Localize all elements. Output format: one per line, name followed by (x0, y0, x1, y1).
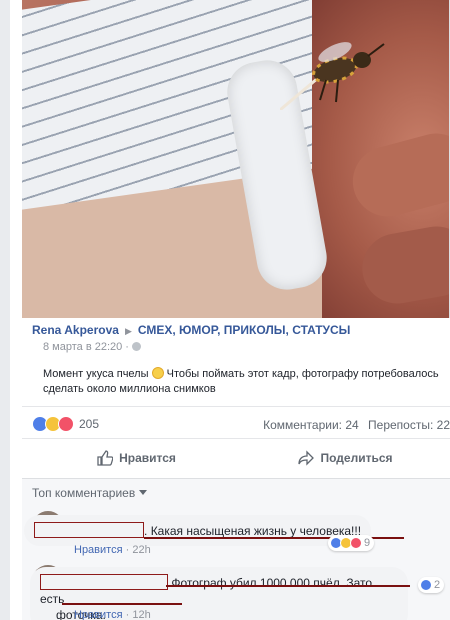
shares-count-link[interactable]: Перепосты: 22 (368, 418, 450, 432)
post-stats: Комментарии: 24 Перепосты: 22 (257, 418, 450, 432)
comments-sort-dropdown[interactable]: Топ комментариев (32, 486, 148, 500)
comment-like-link[interactable]: Нравится (74, 544, 123, 556)
annotation-underline (62, 603, 182, 605)
like-button[interactable]: Нравится (32, 440, 241, 476)
comments-section: Топ комментариев . Какая насыщеная жизнь… (22, 478, 450, 620)
arrow-right-icon: ▶ (124, 326, 132, 336)
comment-prefix: . (144, 524, 148, 538)
comment-like-link[interactable]: Нравится (74, 609, 123, 620)
sort-label: Топ комментариев (32, 486, 136, 500)
love-icon (350, 537, 362, 549)
post-description: Момент укуса пчелы Чтобы поймать этот ка… (43, 367, 443, 397)
love-icon (58, 416, 74, 432)
description-text: Момент укуса пчелы (43, 368, 149, 380)
reactions-summary[interactable]: 205 (32, 416, 99, 432)
comment-reaction-count: 9 (364, 537, 371, 549)
comment-item: Фотограф убил 1000 000 пчёл. Зато есть ф… (30, 565, 445, 620)
reactions-count: 205 (79, 417, 100, 431)
like-button-label: Нравится (119, 451, 176, 465)
redacted-name (40, 574, 168, 590)
globe-icon[interactable] (131, 342, 141, 351)
comment-reactions[interactable]: 2 (418, 577, 445, 593)
post-actions: Нравится Поделиться (32, 440, 450, 476)
author-link[interactable]: Rena Akperova (32, 323, 119, 337)
comment-reaction-count: 2 (434, 579, 441, 591)
post-meta: 8 марта в 22:20 · (43, 341, 141, 353)
comment-actions: Нравится · 12h (74, 609, 151, 620)
comment-text: Какая насыщеная жизнь у человека!!! (150, 524, 362, 538)
share-button-label: Поделиться (320, 451, 393, 465)
comment-bubble: . Какая насыщеная жизнь у человека!!! (24, 515, 372, 546)
annotation-underline (166, 585, 410, 587)
post-photo[interactable] (22, 0, 450, 318)
comment-reactions[interactable]: 9 (328, 535, 375, 551)
post-card: Rena Akperova ▶ СМЕХ, ЮМОР, ПРИКОЛЫ, СТАТУ… (10, 0, 450, 620)
comment-item: . Какая насыщеная жизнь у человека!!! 9 … (24, 511, 442, 559)
divider (22, 406, 450, 407)
share-arrow-icon (298, 450, 315, 466)
thumbs-up-icon (97, 450, 114, 466)
chevron-down-icon (139, 490, 148, 495)
post-attribution: Rena Akperova ▶ СМЕХ, ЮМОР, ПРИКОЛЫ, СТАТУ… (32, 323, 442, 337)
shocked-emoji-icon (151, 367, 164, 379)
divider (22, 438, 450, 439)
redacted-name (34, 522, 144, 538)
comments-count-link[interactable]: Комментарии: 24 (263, 418, 359, 432)
separator-dot: · (125, 341, 129, 353)
comment-time[interactable]: 12h (132, 609, 150, 620)
post-date[interactable]: 8 марта в 22:20 (43, 341, 122, 353)
share-button[interactable]: Поделиться (241, 440, 450, 476)
like-icon (420, 579, 432, 591)
comment-time[interactable]: 22h (132, 544, 150, 556)
comment-actions: Нравится · 22h (74, 544, 151, 556)
bee-icon (280, 42, 385, 110)
group-link[interactable]: СМЕХ, ЮМОР, ПРИКОЛЫ, СТАТУСЫ (138, 323, 351, 337)
